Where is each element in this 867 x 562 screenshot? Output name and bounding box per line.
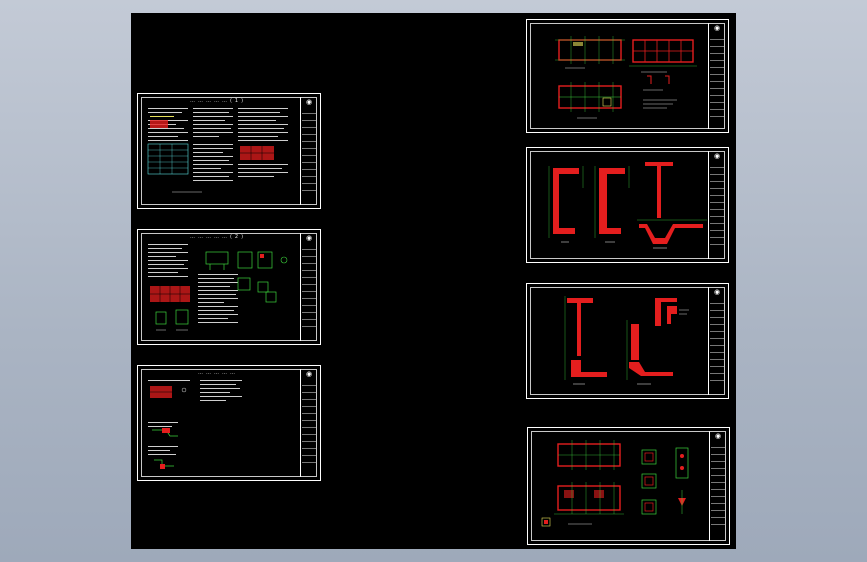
section-e <box>626 320 673 385</box>
plan-view-top-right <box>629 39 697 73</box>
section-b <box>594 166 630 243</box>
detail-sketches <box>150 251 288 331</box>
plan-drawings <box>555 36 697 119</box>
pit-details <box>641 447 689 515</box>
sheet-plan[interactable]: ◉ <box>526 19 729 133</box>
plan-detail-drawings <box>541 440 689 527</box>
wall-sections <box>548 162 707 249</box>
drawing-canvas[interactable]: ……………(1) ◉ ……………(2) ◉ …………… ◉ ◉ ◉ ◉ ◉ <box>131 13 736 549</box>
plan-lower <box>541 482 624 527</box>
section-c <box>637 162 707 249</box>
small-details <box>643 75 677 109</box>
notes-tables <box>147 120 274 193</box>
sheet-section-1[interactable]: ◉ <box>526 147 729 263</box>
section-d <box>564 296 607 385</box>
detail-sketches <box>150 386 187 469</box>
sheet-plan-detail[interactable]: ◉ <box>527 427 730 545</box>
plan-upper <box>557 440 621 470</box>
plan-view-top-left <box>555 36 625 69</box>
plan-view-bottom <box>558 82 622 119</box>
sheet-section-2[interactable]: ◉ <box>526 283 729 399</box>
section-a <box>548 166 584 243</box>
sheet-spec-3[interactable]: …………… ◉ <box>137 365 321 481</box>
wall-sections <box>564 296 689 385</box>
sheet-spec-1[interactable]: ……………(1) ◉ <box>137 93 321 209</box>
section-f <box>655 298 689 326</box>
sheet-spec-2[interactable]: ……………(2) ◉ <box>137 229 321 345</box>
